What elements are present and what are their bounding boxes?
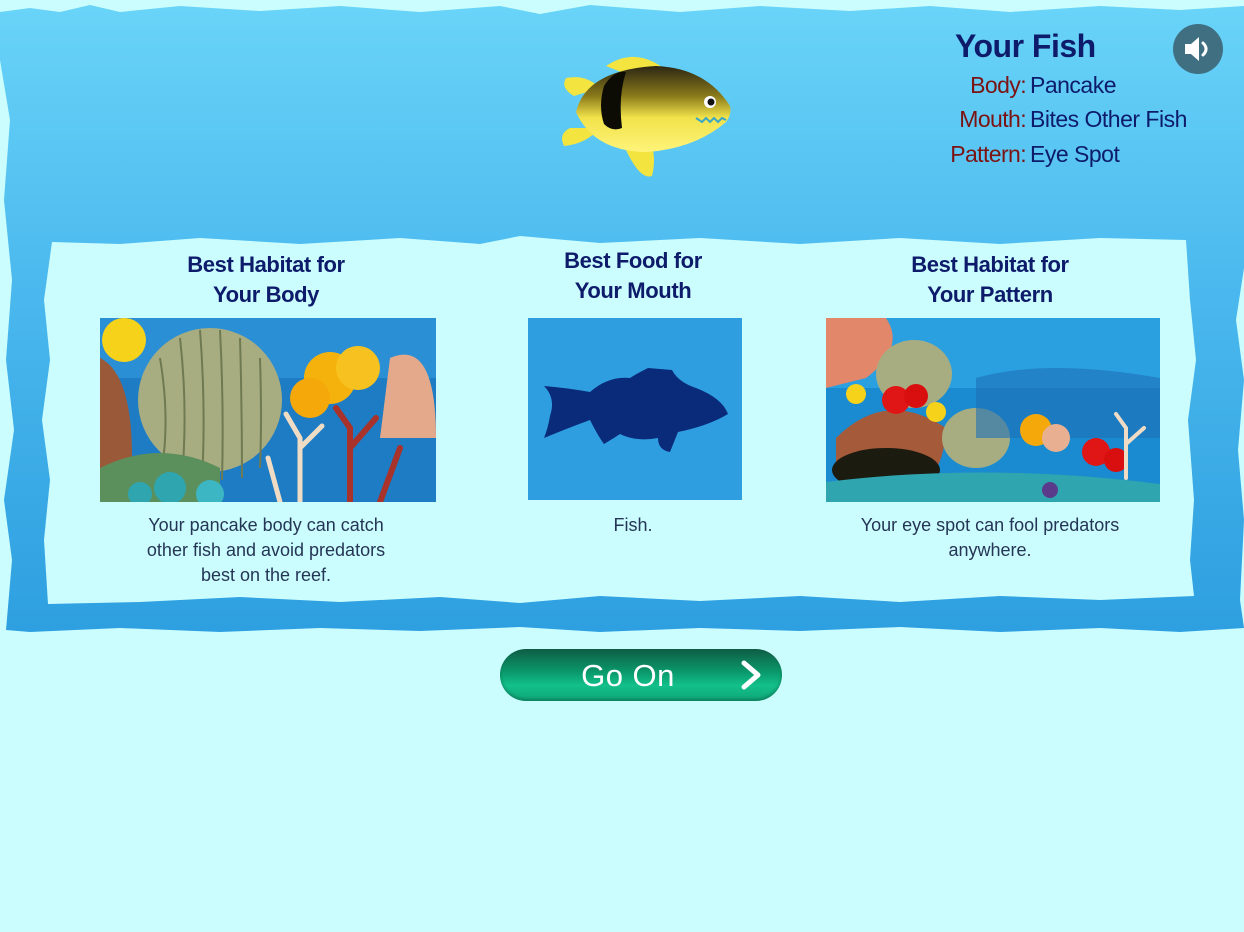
go-on-button[interactable]: Go On bbox=[500, 649, 782, 701]
coral-reef-habitat-image bbox=[826, 318, 1160, 502]
go-on-label: Go On bbox=[581, 658, 675, 693]
card-heading-line: Your Pattern bbox=[927, 282, 1053, 307]
card-heading: Best Habitat for Your Pattern bbox=[820, 250, 1160, 310]
card-description: Your pancake body can catch other fish a… bbox=[96, 513, 436, 588]
trait-row-mouth: Mouth: Bites Other Fish bbox=[930, 104, 1187, 134]
card-body-habitat: Best Habitat for Your Body Your pancake … bbox=[96, 248, 436, 598]
fish-info-title: Your Fish bbox=[955, 28, 1096, 64]
trait-value: Pancake bbox=[1030, 72, 1117, 98]
card-text-line: Your pancake body can catch bbox=[148, 515, 384, 535]
card-heading-line: Best Habitat for bbox=[911, 252, 1069, 277]
card-text-line: other fish and avoid predators bbox=[146, 540, 386, 560]
your-fish-icon bbox=[562, 56, 731, 177]
card-mouth-food: Best Food for Your Mouth Fish. bbox=[500, 246, 766, 566]
card-text-line: Fish. bbox=[613, 515, 653, 535]
card-heading-line: Best Food for bbox=[564, 248, 702, 273]
card-text-line: anywhere. bbox=[948, 540, 1032, 560]
trait-label: Mouth: bbox=[959, 106, 1026, 132]
card-heading-line: Best Habitat for bbox=[187, 252, 345, 277]
card-description: Fish. bbox=[500, 513, 766, 538]
fish-silhouette-image bbox=[528, 318, 742, 500]
card-heading: Best Habitat for Your Body bbox=[96, 250, 436, 310]
trait-row-body: Body: Pancake bbox=[930, 70, 1116, 100]
coral-reef-habitat-image bbox=[100, 318, 436, 502]
trait-label: Body: bbox=[970, 72, 1026, 98]
trait-value: Eye Spot bbox=[1030, 141, 1120, 167]
card-text-line: best on the reef. bbox=[200, 565, 332, 585]
chevron-right-icon bbox=[741, 660, 761, 690]
game-screen: Your Fish Body: Pancake Mouth: Bites Other… bbox=[0, 0, 1244, 932]
card-heading-line: Your Mouth bbox=[574, 278, 692, 303]
card-pattern-habitat: Best Habitat for Your Pattern Your eye s… bbox=[820, 248, 1160, 568]
card-heading: Best Food for Your Mouth bbox=[500, 246, 766, 306]
speaker-icon bbox=[1185, 37, 1208, 61]
sound-button[interactable] bbox=[1173, 24, 1223, 74]
trait-row-pattern: Pattern: Eye Spot bbox=[930, 139, 1120, 169]
trait-label: Pattern: bbox=[950, 141, 1026, 167]
trait-value: Bites Other Fish bbox=[1030, 106, 1187, 132]
card-heading-line: Your Body bbox=[213, 282, 319, 307]
card-description: Your eye spot can fool predators anywher… bbox=[820, 513, 1160, 563]
card-text-line: Your eye spot can fool predators bbox=[860, 515, 1120, 535]
